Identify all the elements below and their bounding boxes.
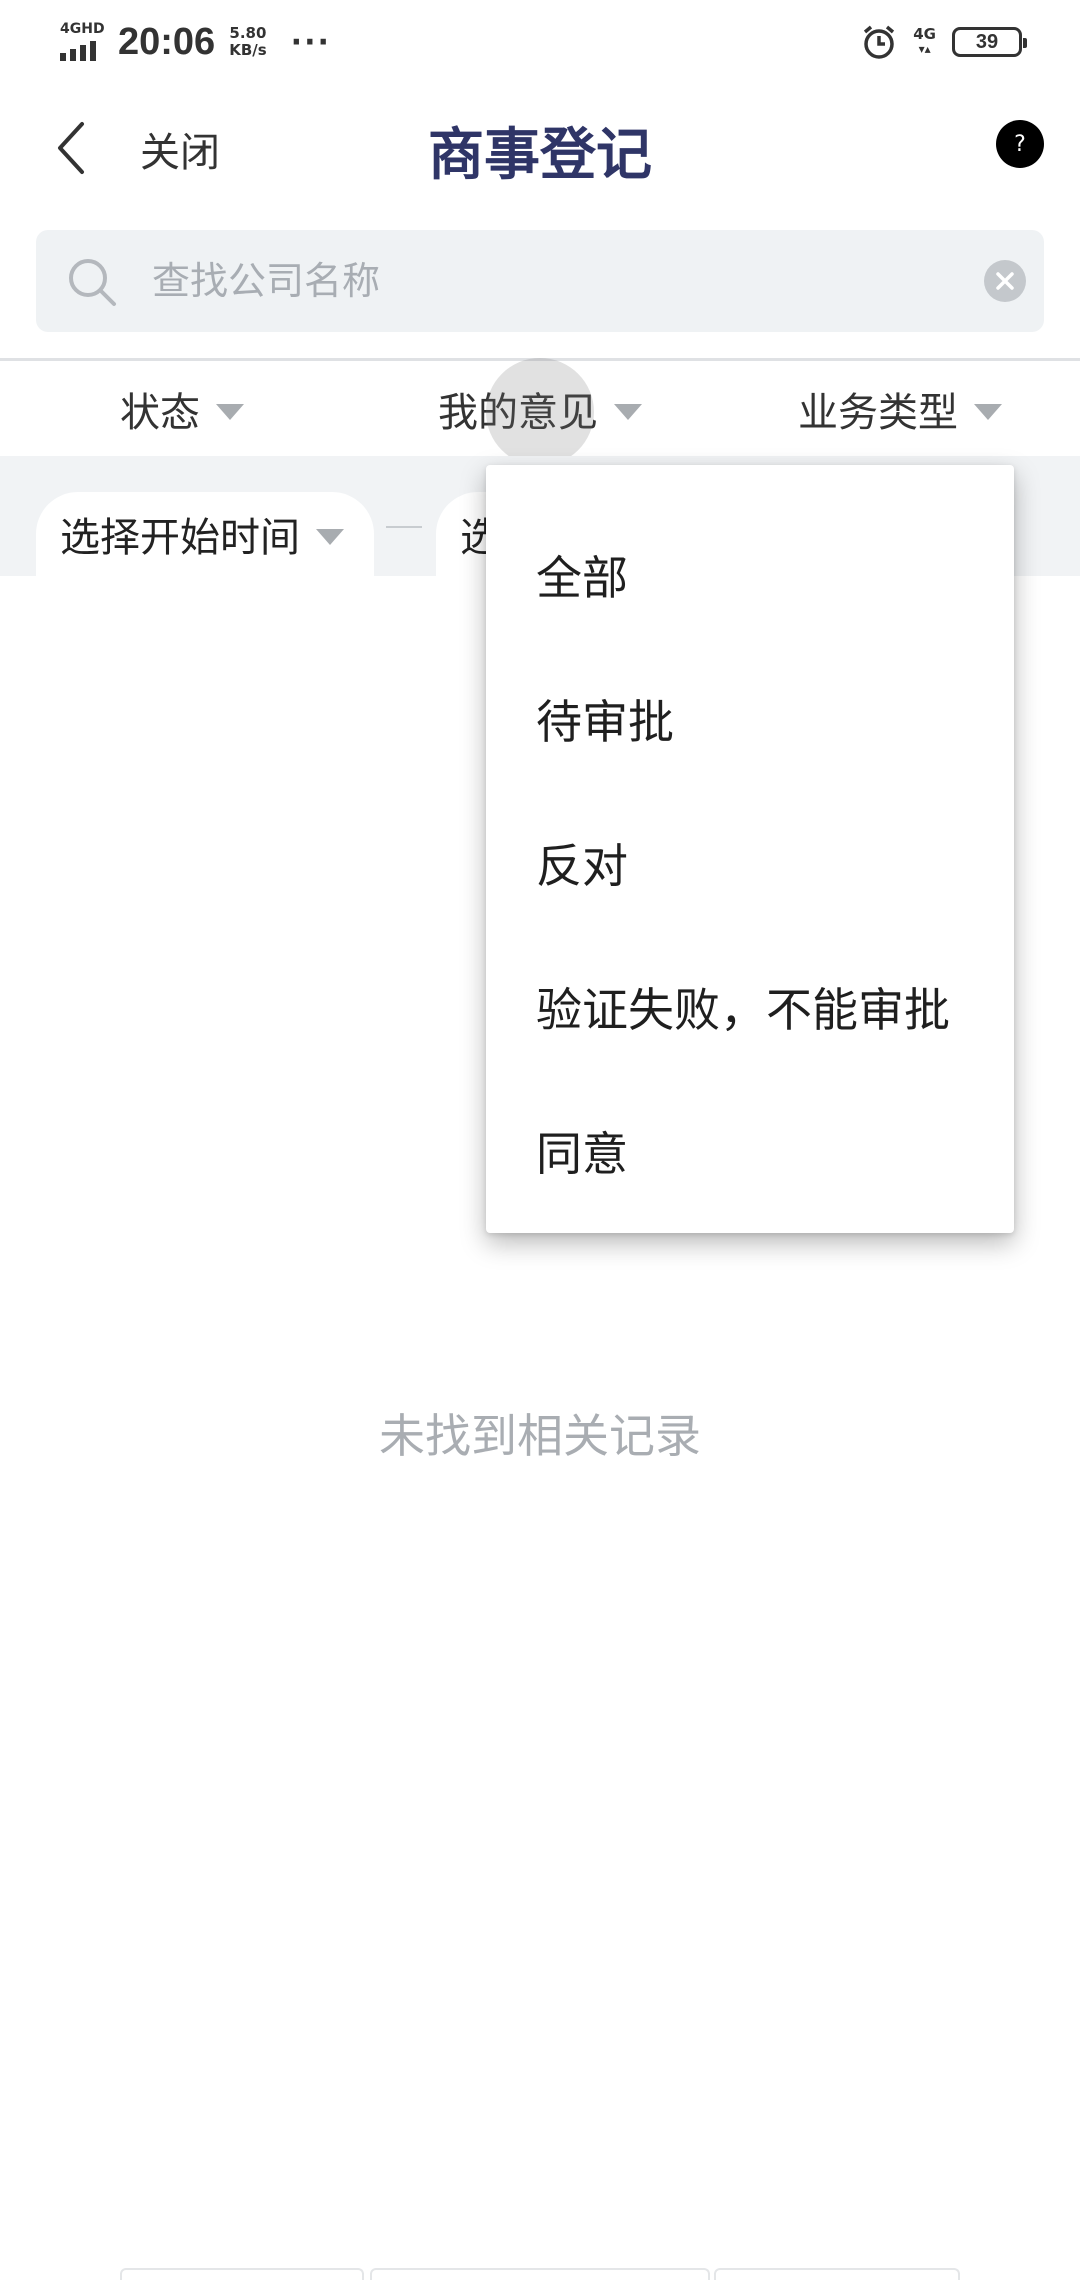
status-left: 4GHD 20:06 5.80 KB/s ··· <box>58 14 331 70</box>
search-input[interactable] <box>152 230 972 332</box>
caret-down-icon <box>614 403 642 420</box>
alarm-icon <box>864 25 895 59</box>
caret-down-icon <box>316 529 344 545</box>
bottom-card-edge <box>714 2268 960 2280</box>
dropdown-item-agree[interactable]: 同意 <box>536 1079 628 1223</box>
status-right: 4G ▾▴ 39 <box>861 20 1027 64</box>
filter-business-type[interactable]: 业务类型 <box>798 361 1002 456</box>
search-icon <box>69 259 116 306</box>
dropdown-item-verify-failed[interactable]: 验证失败，不能审批 <box>536 935 950 1079</box>
dropdown-item-pending[interactable]: 待审批 <box>536 647 674 791</box>
touch-ripple <box>486 358 594 466</box>
start-date-picker[interactable]: 选择开始时间 <box>36 492 374 576</box>
caret-down-icon <box>216 403 244 420</box>
battery-level: 39 <box>975 30 999 53</box>
page-title: 商事登记 <box>428 123 652 188</box>
filter-status-label: 状态 <box>120 389 200 436</box>
more-notifications-icon: ··· <box>290 24 331 60</box>
empty-state-text: 未找到相关记录 <box>379 1409 701 1463</box>
dropdown-item-all[interactable]: 全部 <box>536 503 628 647</box>
date-range-separator <box>386 526 422 528</box>
clock: 20:06 <box>118 20 216 63</box>
dropdown-item-oppose[interactable]: 反对 <box>536 791 628 935</box>
signal-icon: 4GHD <box>58 19 105 65</box>
start-date-label: 选择开始时间 <box>60 515 300 561</box>
network-speed: 5.80 KB/s <box>229 25 266 59</box>
mobile-data-label: 4G <box>913 25 936 43</box>
clear-icon[interactable] <box>984 260 1026 302</box>
speed-unit: KB/s <box>229 41 267 59</box>
opinion-dropdown-menu: 全部 待审批 反对 验证失败，不能审批 同意 <box>486 465 1014 1233</box>
caret-down-icon <box>974 403 1002 420</box>
bottom-card-edge <box>370 2268 710 2280</box>
speed-value: 5.80 <box>229 24 267 42</box>
app-header: 关闭 商事登记 ? <box>0 90 1080 200</box>
mobile-data-icon: 4G ▾▴ <box>913 25 936 57</box>
search-bar <box>36 230 1044 332</box>
filter-business-type-label: 业务类型 <box>798 389 958 436</box>
help-button[interactable]: ? <box>996 120 1044 168</box>
status-bar: 4GHD 20:06 5.80 KB/s ··· 4G ▾▴ 39 <box>0 0 1080 80</box>
battery-icon: 39 <box>952 27 1027 57</box>
network-type: 4GHD <box>60 21 105 37</box>
filter-status[interactable]: 状态 <box>120 361 244 456</box>
bottom-card-edge <box>120 2268 364 2280</box>
